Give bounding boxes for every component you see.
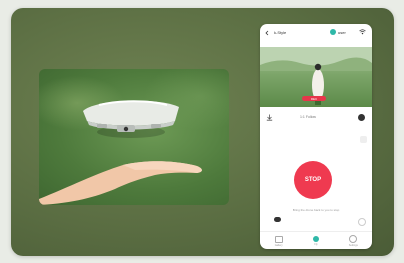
bottom-nav: Gallery Fly Settings — [260, 231, 372, 249]
gallery-icon — [274, 235, 283, 243]
nav-label: Fly — [314, 243, 318, 246]
recording-badge: REC — [302, 96, 326, 101]
nav-label: Gallery — [274, 243, 283, 247]
nav-item-fly[interactable]: Fly — [306, 236, 326, 246]
back-arrow-icon[interactable] — [264, 30, 270, 36]
drone-and-hand-illustration — [39, 100, 202, 205]
settings-icon[interactable] — [360, 136, 367, 143]
mode-label[interactable]: 1:1 Follow — [300, 115, 316, 119]
product-feature-card: k-Style user REC 1:1 Follow STOP Bring t… — [11, 8, 394, 256]
fly-icon — [312, 236, 319, 242]
download-icon[interactable] — [266, 114, 273, 121]
nav-item-gallery[interactable]: Gallery — [269, 235, 289, 247]
wifi-icon — [359, 29, 366, 35]
drone-hand-photo — [39, 69, 229, 205]
user-label: user — [338, 30, 346, 35]
stop-hint-text: Bring the drone back to you to stop — [292, 208, 340, 212]
control-row: 1:1 Follow — [260, 112, 372, 124]
camera-preview: REC — [260, 47, 372, 107]
phone-app-screenshot: k-Style user REC 1:1 Follow STOP Bring t… — [260, 24, 372, 249]
nav-label: Settings — [348, 244, 358, 247]
stop-button[interactable]: STOP — [294, 161, 332, 199]
camera-icon[interactable] — [358, 114, 365, 121]
profile-icon — [349, 235, 358, 243]
avatar-icon[interactable] — [330, 29, 336, 35]
open-hand — [39, 161, 202, 205]
app-header: k-Style user — [260, 27, 372, 41]
app-title: k-Style — [274, 30, 287, 35]
drone — [83, 100, 179, 138]
chevron-right-icon[interactable] — [358, 218, 366, 226]
rec-label: REC — [310, 96, 318, 101]
toggle-icon[interactable] — [274, 217, 281, 222]
nav-item-settings[interactable]: Settings — [343, 235, 363, 247]
